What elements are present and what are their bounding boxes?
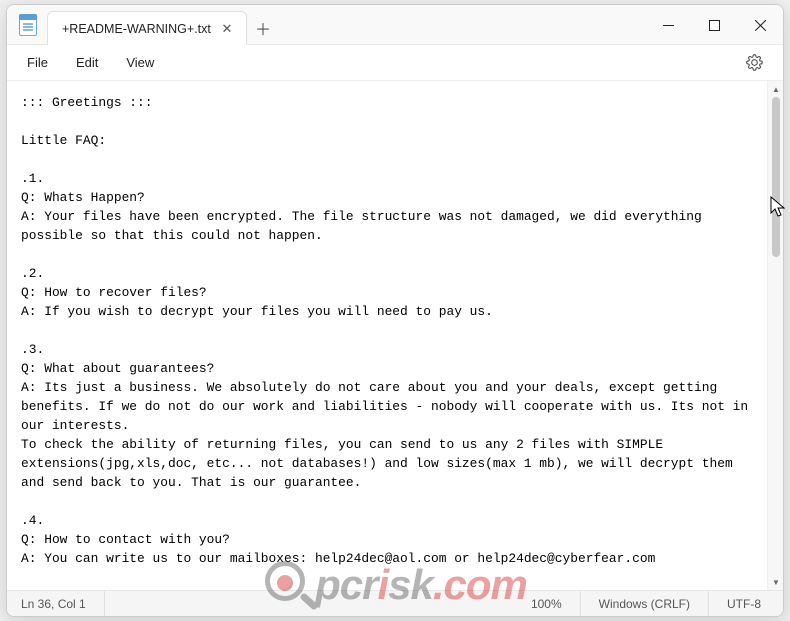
- maximize-button[interactable]: [691, 5, 737, 45]
- scroll-up-arrow-icon[interactable]: ▲: [768, 81, 783, 97]
- menu-bar: File Edit View: [7, 45, 783, 81]
- tab-title: +README-WARNING+.txt: [62, 22, 218, 36]
- vertical-scrollbar[interactable]: ▲ ▼: [767, 81, 783, 590]
- menu-file[interactable]: File: [13, 49, 62, 76]
- editor-area: ::: Greetings ::: Little FAQ: .1. Q: Wha…: [7, 81, 783, 590]
- close-tab-icon[interactable]: ✕: [218, 20, 236, 38]
- scroll-down-arrow-icon[interactable]: ▼: [768, 574, 783, 590]
- minimize-button[interactable]: [645, 5, 691, 45]
- menu-view[interactable]: View: [112, 49, 168, 76]
- window-controls: [645, 5, 783, 45]
- status-encoding[interactable]: UTF-8: [709, 591, 779, 616]
- settings-button[interactable]: [737, 48, 771, 78]
- gear-icon: [746, 54, 763, 71]
- notepad-window: +README-WARNING+.txt ✕ ＋ File Edit View: [6, 4, 784, 617]
- text-editor[interactable]: ::: Greetings ::: Little FAQ: .1. Q: Wha…: [7, 81, 767, 590]
- notepad-app-icon: [19, 14, 37, 36]
- title-bar: +README-WARNING+.txt ✕ ＋: [7, 5, 783, 45]
- status-bar: Ln 36, Col 1 100% Windows (CRLF) UTF-8: [7, 590, 783, 616]
- document-tab[interactable]: +README-WARNING+.txt ✕: [47, 11, 247, 45]
- status-zoom[interactable]: 100%: [513, 591, 581, 616]
- scroll-thumb[interactable]: [772, 97, 780, 257]
- status-cursor-position: Ln 36, Col 1: [11, 591, 105, 616]
- status-line-ending[interactable]: Windows (CRLF): [581, 591, 709, 616]
- new-tab-button[interactable]: ＋: [247, 11, 279, 45]
- menu-edit[interactable]: Edit: [62, 49, 112, 76]
- close-window-button[interactable]: [737, 5, 783, 45]
